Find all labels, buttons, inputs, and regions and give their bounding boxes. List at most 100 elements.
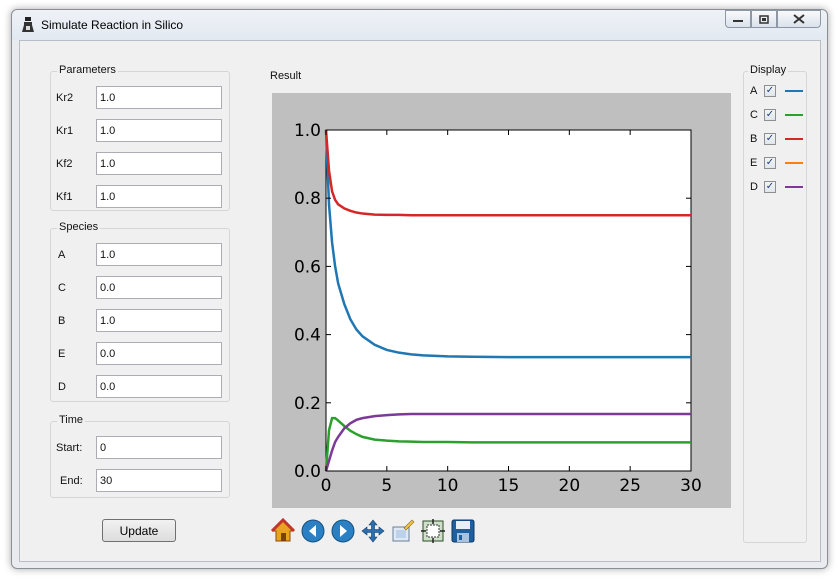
parameters-group-title: Parameters	[57, 64, 118, 76]
forward-icon	[331, 519, 355, 543]
result-group-title: Result	[268, 70, 304, 82]
restore-button[interactable]	[751, 10, 777, 28]
zoom-rect-button[interactable]	[418, 516, 448, 546]
display-group: Display A ✓ C ✓ B ✓ E ✓ D ✓	[743, 64, 807, 543]
close-button[interactable]	[777, 10, 821, 28]
display-label-b: B	[750, 133, 758, 145]
x-tick-label: 10	[437, 476, 459, 496]
x-tick-label: 0	[321, 476, 332, 496]
param-label-kf2: Kf2	[56, 158, 73, 170]
x-tick-label: 5	[381, 476, 392, 496]
x-tick-label: 20	[559, 476, 581, 496]
checkmark-icon: ✓	[765, 85, 775, 96]
species-c-input[interactable]	[96, 276, 222, 299]
minimize-icon	[733, 20, 743, 22]
species-d-input[interactable]	[96, 375, 222, 398]
species-group: Species A C B E D	[50, 221, 230, 402]
time-label-end: End:	[60, 475, 83, 487]
display-label-d: D	[750, 181, 758, 193]
param-kf1-input[interactable]	[96, 185, 222, 208]
forward-button[interactable]	[328, 516, 358, 546]
y-tick-label: 1.0	[294, 121, 321, 141]
x-tick-label: 25	[619, 476, 641, 496]
checkmark-icon: ✓	[765, 181, 775, 192]
y-tick-label: 0.0	[294, 462, 321, 482]
display-row-e: E ✓	[750, 157, 803, 169]
display-swatch-e	[785, 162, 803, 164]
time-group-title: Time	[57, 414, 86, 426]
display-checkbox-e[interactable]: ✓	[764, 157, 776, 169]
species-label-e: E	[58, 348, 66, 360]
display-checkbox-c[interactable]: ✓	[764, 109, 776, 121]
display-swatch-d	[785, 186, 803, 188]
time-label-start: Start:	[56, 442, 83, 454]
display-label-e: E	[750, 157, 758, 169]
param-label-kr1: Kr1	[56, 125, 74, 137]
close-icon	[793, 14, 805, 24]
time-start-input[interactable]	[96, 436, 222, 459]
app-icon	[22, 17, 34, 32]
window-controls	[725, 10, 821, 30]
minimize-button[interactable]	[725, 10, 751, 28]
display-row-a: A ✓	[750, 85, 803, 97]
y-tick-label: 0.4	[294, 326, 321, 346]
y-tick-label: 0.2	[294, 394, 321, 414]
species-label-c: C	[58, 282, 66, 294]
species-group-title: Species	[57, 221, 101, 233]
species-label-b: B	[58, 315, 66, 327]
display-swatch-b	[785, 138, 803, 140]
plot-toolbar	[268, 516, 478, 546]
zoom-rect-icon	[421, 519, 445, 543]
checkmark-icon: ✓	[765, 109, 775, 120]
param-label-kr2: Kr2	[56, 92, 74, 104]
plot-canvas[interactable]: 0 5 10 15 20 25 30 0.0 0.2 0.4 0.6 0.8 1.0	[272, 93, 731, 508]
display-row-c: C ✓	[750, 109, 803, 121]
plot-area	[325, 129, 692, 472]
display-swatch-c	[785, 114, 803, 116]
display-row-d: D ✓	[750, 181, 803, 193]
chart: 0 5 10 15 20 25 30 0.0 0.2 0.4 0.6 0.8 1.0	[294, 121, 702, 496]
parameters-group: Parameters Kr2 Kr1 Kf2 Kf1	[50, 64, 230, 211]
display-swatch-a	[785, 90, 803, 92]
client-area: Parameters Kr2 Kr1 Kf2 Kf1 Species A C B…	[19, 40, 821, 562]
display-row-b: B ✓	[750, 133, 803, 145]
time-group: Time Start: End:	[50, 414, 230, 498]
y-tick-label: 0.6	[294, 257, 321, 277]
species-a-input[interactable]	[96, 243, 222, 266]
param-kf2-input[interactable]	[96, 152, 222, 175]
param-kr1-input[interactable]	[96, 119, 222, 142]
time-end-input[interactable]	[96, 469, 222, 492]
species-e-input[interactable]	[96, 342, 222, 365]
save-icon	[451, 519, 475, 543]
home-icon	[270, 518, 296, 542]
checkmark-icon: ✓	[765, 157, 775, 168]
display-label-a: A	[750, 85, 758, 97]
window-title: Simulate Reaction in Silico	[41, 18, 184, 32]
back-icon	[301, 519, 325, 543]
configure-subplots-icon	[392, 519, 415, 542]
display-checkbox-a[interactable]: ✓	[764, 85, 776, 97]
restore-icon	[759, 14, 769, 24]
title-bar[interactable]: Simulate Reaction in Silico	[12, 10, 827, 40]
x-tick-label: 30	[680, 476, 702, 496]
display-checkbox-d[interactable]: ✓	[764, 181, 776, 193]
param-kr2-input[interactable]	[96, 86, 222, 109]
species-label-d: D	[58, 381, 66, 393]
update-button[interactable]: Update	[102, 519, 176, 542]
save-button[interactable]	[448, 516, 478, 546]
checkmark-icon: ✓	[765, 133, 775, 144]
display-label-c: C	[750, 109, 758, 121]
display-checkbox-b[interactable]: ✓	[764, 133, 776, 145]
param-label-kf1: Kf1	[56, 191, 73, 203]
x-tick-label: 15	[498, 476, 520, 496]
configure-subplots-button[interactable]	[388, 516, 418, 546]
back-button[interactable]	[298, 516, 328, 546]
display-group-title: Display	[748, 64, 789, 76]
pan-icon	[361, 519, 385, 543]
app-window: Simulate Reaction in Silico Parameters K…	[11, 9, 828, 569]
home-button[interactable]	[268, 516, 298, 546]
y-tick-label: 0.8	[294, 189, 321, 209]
pan-button[interactable]	[358, 516, 388, 546]
species-b-input[interactable]	[96, 309, 222, 332]
species-label-a: A	[58, 249, 66, 261]
